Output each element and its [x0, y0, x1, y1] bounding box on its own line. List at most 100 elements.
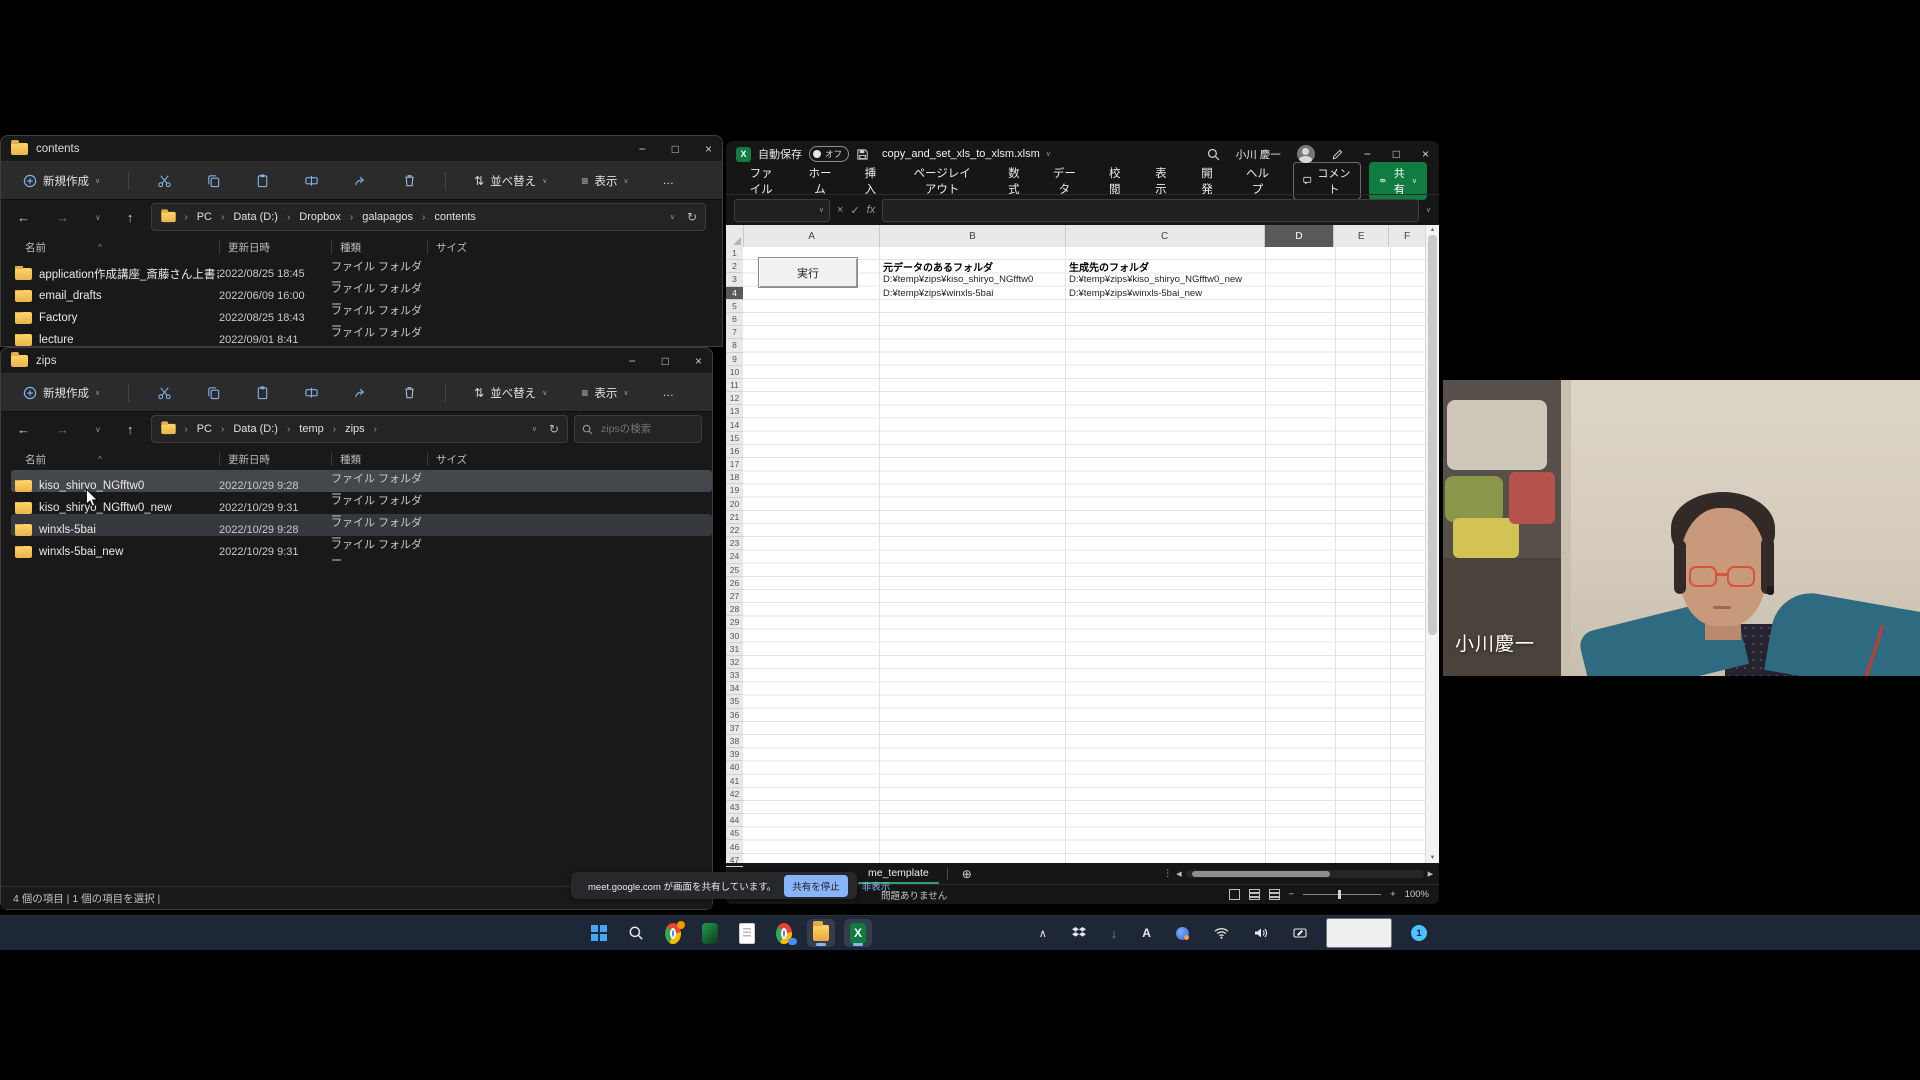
- view-button[interactable]: ≡ 表示 ∨: [575, 172, 634, 190]
- cancel-icon[interactable]: ×: [837, 204, 843, 216]
- zoom-slider[interactable]: [1303, 894, 1381, 895]
- column-header-size[interactable]: サイズ: [427, 240, 481, 254]
- user-name[interactable]: 小川 慶一: [1236, 147, 1281, 162]
- cut-button[interactable]: [151, 172, 178, 189]
- cell-C3[interactable]: D:¥temp¥zips¥kiso_shiryo_NGfftw0_new: [1066, 273, 1242, 286]
- notification-badge[interactable]: 1: [1405, 924, 1433, 942]
- name-box[interactable]: ∨: [734, 199, 830, 222]
- zoom-slider-thumb[interactable]: [1338, 890, 1341, 899]
- pen-icon[interactable]: [1331, 148, 1344, 161]
- file-row[interactable]: application作成講座_斎藤さん上書き用2022/08/25 18:45…: [11, 258, 722, 280]
- recent-locations-button[interactable]: ∨: [89, 424, 107, 435]
- row-header-11[interactable]: 11: [726, 379, 743, 392]
- document-title[interactable]: copy_and_set_xls_to_xlsm.xlsm ∨: [882, 148, 1051, 160]
- row-header-5[interactable]: 5: [726, 300, 743, 313]
- scroll-right-icon[interactable]: ▶: [1428, 870, 1433, 878]
- start-button[interactable]: [585, 919, 613, 947]
- kebab-icon[interactable]: ⋮: [1163, 868, 1172, 879]
- row-header-43[interactable]: 43: [726, 801, 743, 814]
- row-header-31[interactable]: 31: [726, 643, 743, 656]
- select-all-corner[interactable]: [726, 225, 744, 247]
- app-sphere-icon[interactable]: [1170, 926, 1195, 941]
- row-header-17[interactable]: 17: [726, 458, 743, 471]
- row-header-28[interactable]: 28: [726, 603, 743, 616]
- row-header-47[interactable]: 47: [726, 854, 743, 867]
- back-button[interactable]: ←: [11, 421, 36, 438]
- row-header-29[interactable]: 29: [726, 616, 743, 629]
- row-header-19[interactable]: 19: [726, 484, 743, 497]
- forward-button[interactable]: →: [50, 209, 75, 226]
- new-sheet-button[interactable]: ⊕: [956, 866, 978, 882]
- taskbar-explorer-button[interactable]: [807, 919, 835, 947]
- refresh-icon[interactable]: ↻: [687, 210, 697, 224]
- autosave-toggle[interactable]: オフ: [809, 146, 849, 162]
- file-row[interactable]: kiso_shiryo_NGfftw02022/10/29 9:28ファイル フ…: [11, 470, 712, 492]
- maximize-button[interactable]: □: [672, 142, 679, 156]
- ribbon-tab-挿入[interactable]: 挿入: [856, 164, 885, 198]
- row-header-24[interactable]: 24: [726, 550, 743, 563]
- cell-B3[interactable]: D:¥temp¥zips¥kiso_shiryo_NGfftw0: [880, 273, 1033, 286]
- column-header-A[interactable]: A: [744, 225, 880, 247]
- minimize-button[interactable]: −: [639, 142, 646, 156]
- row-header-35[interactable]: 35: [726, 695, 743, 708]
- search-box[interactable]: [574, 415, 702, 443]
- breadcrumb-item[interactable]: PC: [195, 211, 214, 223]
- stop-sharing-button[interactable]: 共有を停止: [784, 875, 848, 897]
- row-header-39[interactable]: 39: [726, 748, 743, 761]
- back-button[interactable]: ←: [11, 209, 36, 226]
- run-macro-button[interactable]: 実行: [758, 257, 858, 288]
- breadcrumb-item[interactable]: Data (D:): [231, 211, 280, 223]
- close-button[interactable]: ×: [1422, 147, 1429, 161]
- vertical-scrollbar[interactable]: ▲▼: [1425, 225, 1439, 863]
- paste-button[interactable]: [249, 384, 276, 401]
- row-header-8[interactable]: 8: [726, 339, 743, 352]
- new-button[interactable]: 新規作成 ∨: [17, 172, 106, 190]
- breadcrumb-item[interactable]: contents: [432, 211, 478, 223]
- scrollbar-thumb[interactable]: [1192, 871, 1330, 877]
- row-header-20[interactable]: 20: [726, 498, 743, 511]
- enter-icon[interactable]: ✓: [850, 204, 859, 217]
- sort-button[interactable]: ⇅ 並べ替え ∨: [468, 384, 553, 402]
- ribbon-tab-データ[interactable]: データ: [1045, 164, 1083, 198]
- sort-button[interactable]: ⇅ 並べ替え ∨: [468, 172, 553, 190]
- column-header-name[interactable]: 名前^: [11, 240, 219, 254]
- ribbon-tab-ホーム[interactable]: ホーム: [801, 164, 838, 198]
- ribbon-tab-ヘルプ[interactable]: ヘルプ: [1239, 164, 1277, 198]
- close-button[interactable]: ×: [695, 354, 702, 368]
- horizontal-scrollbar[interactable]: [1186, 870, 1424, 878]
- row-header-18[interactable]: 18: [726, 471, 743, 484]
- row-header-1[interactable]: 1: [726, 247, 743, 260]
- file-row[interactable]: email_drafts2022/06/09 16:00ファイル フォルダー: [11, 280, 722, 302]
- column-header-name[interactable]: 名前^: [11, 452, 219, 466]
- row-header-33[interactable]: 33: [726, 669, 743, 682]
- more-options-button[interactable]: …: [656, 386, 680, 400]
- breadcrumb-item[interactable]: temp: [297, 423, 325, 435]
- scroll-down-icon[interactable]: ▼: [1430, 855, 1436, 861]
- forward-button[interactable]: →: [50, 421, 75, 438]
- file-row[interactable]: kiso_shiryo_NGfftw0_new2022/10/29 9:31ファ…: [11, 492, 712, 514]
- taskbar-search-button[interactable]: [622, 919, 650, 947]
- fx-icon[interactable]: fx: [867, 204, 876, 216]
- file-row[interactable]: winxls-5bai_new2022/10/29 9:31ファイル フォルダー: [11, 536, 712, 558]
- scrollbar-thumb[interactable]: [1428, 235, 1437, 635]
- row-header-10[interactable]: 10: [726, 366, 743, 379]
- column-header-size[interactable]: サイズ: [427, 452, 481, 466]
- share-button[interactable]: [347, 384, 374, 401]
- delete-button[interactable]: [396, 384, 423, 401]
- column-header-date[interactable]: 更新日時: [219, 240, 331, 254]
- row-header-32[interactable]: 32: [726, 656, 743, 669]
- avatar[interactable]: [1297, 145, 1315, 163]
- ribbon-tab-ページレイアウト[interactable]: ページレイアウト: [902, 164, 982, 198]
- breadcrumb-item[interactable]: PC: [195, 423, 214, 435]
- minimize-button[interactable]: −: [1364, 147, 1371, 161]
- column-header-date[interactable]: 更新日時: [219, 452, 331, 466]
- cell-C4[interactable]: D:¥temp¥zips¥winxls-5bai_new: [1066, 287, 1202, 300]
- zoom-in-icon[interactable]: +: [1390, 889, 1396, 900]
- scroll-up-icon[interactable]: ▲: [1430, 227, 1436, 233]
- refresh-icon[interactable]: ↻: [549, 422, 559, 436]
- more-options-button[interactable]: …: [656, 174, 680, 188]
- taskbar-notepad-button[interactable]: [733, 919, 761, 947]
- breadcrumb[interactable]: ›PC›Data (D:)›Dropbox›galapagos›contents…: [151, 203, 706, 231]
- row-header-34[interactable]: 34: [726, 682, 743, 695]
- row-header-36[interactable]: 36: [726, 709, 743, 722]
